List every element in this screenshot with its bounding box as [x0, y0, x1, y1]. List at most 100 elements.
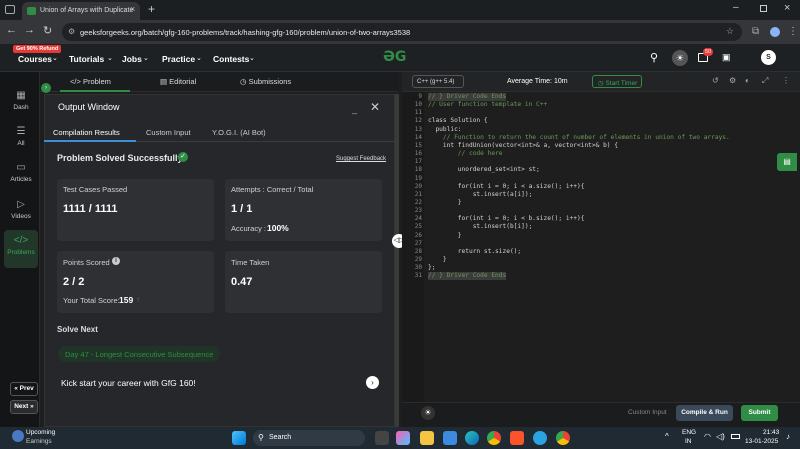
undo-icon[interactable]: ↺ — [712, 76, 719, 85]
search-icon[interactable]: ⚲ — [650, 51, 658, 64]
compile-run-button[interactable]: Compile & Run — [676, 405, 733, 421]
user-avatar[interactable]: S — [761, 50, 776, 65]
weather-icon[interactable] — [12, 430, 24, 442]
weather-title[interactable]: Upcoming — [26, 429, 55, 436]
start-timer-button[interactable]: ◷ Start Timer — [592, 75, 642, 88]
tab-problem-label: Problem — [82, 77, 111, 86]
extensions-icon[interactable]: ⧉ — [752, 26, 759, 37]
tab-problem-underline — [60, 90, 130, 92]
close-window-icon[interactable]: × — [784, 2, 790, 14]
nav-courses[interactable]: Courses — [18, 54, 52, 64]
status-text: Problem Solved Successfully — [57, 153, 183, 163]
tab-problem[interactable]: </> Problem — [70, 77, 111, 86]
telegram-icon[interactable] — [533, 431, 547, 445]
edge-icon[interactable] — [465, 431, 479, 445]
tab-compilation-results[interactable]: Compilation Results — [53, 128, 120, 137]
settings-icon[interactable]: ⚙ — [729, 76, 736, 85]
brave-icon[interactable] — [510, 431, 524, 445]
back-icon[interactable]: ← — [6, 24, 17, 36]
notification-icon[interactable]: ▣ — [722, 52, 731, 63]
new-tab-icon[interactable]: + — [148, 2, 155, 16]
theme-toggle-icon[interactable]: ☀ — [672, 50, 688, 66]
windows-start-icon[interactable] — [232, 431, 246, 445]
notifications-bell-icon[interactable]: ♪ — [786, 432, 790, 441]
code-line: int findUnion(vector<int>& a, vector<int… — [428, 141, 618, 149]
tab-editorial[interactable]: ▤ Editorial — [160, 77, 196, 86]
chrome-icon[interactable] — [487, 431, 501, 445]
article-icon: ▭ — [16, 162, 26, 173]
chat-float-icon[interactable]: ▤ — [777, 153, 797, 171]
file-explorer-icon[interactable] — [420, 431, 434, 445]
line-number: 16 — [414, 150, 422, 158]
output-window-title: Output Window — [58, 102, 120, 112]
site-info-icon[interactable]: ⚙ — [68, 27, 75, 36]
line-number: 20 — [414, 182, 422, 190]
tab-custom-input[interactable]: Custom Input — [146, 128, 191, 137]
language-indicator[interactable]: ENG — [682, 429, 696, 436]
sidebar-label: Articles — [10, 176, 32, 183]
chevron-down-icon: ⌄ — [143, 55, 149, 62]
line-number: 10 — [414, 101, 422, 109]
nav-jobs[interactable]: Jobs — [122, 54, 142, 64]
store-icon[interactable] — [443, 431, 457, 445]
total-score-value: 159 — [119, 295, 134, 305]
panel-scrollbar[interactable] — [395, 94, 399, 427]
profile-icon[interactable] — [770, 27, 780, 37]
sidebar-label: Dash — [13, 104, 29, 111]
next-problem-link[interactable]: Day 47 - Longest Consecutive Subsequence — [58, 346, 221, 362]
gfg-logo[interactable]: ƏG — [383, 49, 406, 65]
refund-badge[interactable]: Get 90% Refund — [13, 45, 62, 53]
suggest-feedback-link[interactable]: Suggest Feedback — [336, 156, 386, 162]
tab-yogi[interactable]: Y.O.G.I. (AI Bot) — [212, 128, 266, 137]
copilot-icon[interactable] — [396, 431, 410, 445]
volume-icon[interactable]: ◁) — [716, 432, 725, 441]
task-view-icon[interactable] — [375, 431, 389, 445]
close-tab-icon[interactable]: × — [130, 4, 135, 14]
chevron-right-icon[interactable]: › — [366, 376, 379, 389]
restore-icon[interactable] — [760, 5, 767, 12]
close-output-icon[interactable]: ✕ — [370, 100, 380, 114]
battery-icon[interactable] — [731, 434, 740, 439]
custom-input-button[interactable]: Custom Input — [628, 409, 667, 416]
browser-tab[interactable]: Union of Arrays with Duplicate — [22, 2, 140, 20]
forward-icon[interactable]: → — [24, 24, 35, 36]
code-line: for(int i = 0; i < a.size(); i++){ — [428, 182, 585, 190]
nav-tutorials[interactable]: Tutorials — [69, 54, 104, 64]
tab-submissions[interactable]: ◷ Submissions — [240, 77, 291, 86]
reload-icon[interactable]: ↻ — [43, 24, 52, 37]
window-menu-icon[interactable] — [5, 5, 15, 14]
sidebar-item-articles[interactable]: ▭ Articles — [4, 162, 38, 198]
nav-practice[interactable]: Practice — [162, 54, 195, 64]
expand-panel-icon[interactable]: › — [41, 83, 51, 93]
sidebar-item-dash[interactable]: ▦ Dash — [4, 90, 38, 126]
line-number: 26 — [414, 231, 422, 239]
line-number: 17 — [414, 158, 422, 166]
time-label: Time Taken — [231, 258, 270, 267]
nav-contests[interactable]: Contests — [213, 54, 249, 64]
browser-menu-icon[interactable]: ⋮ — [788, 26, 798, 37]
prev-button[interactable]: « Prev — [10, 382, 38, 396]
language-select[interactable]: C++ (g++ 5.4) — [412, 75, 464, 88]
next-button[interactable]: Next » — [10, 400, 38, 414]
submit-button[interactable]: Submit — [741, 405, 778, 421]
taskbar-search[interactable]: ⚲ Search — [253, 430, 365, 446]
chrome-active-icon[interactable] — [556, 431, 570, 445]
theme-icon[interactable]: ◐ — [745, 76, 750, 85]
list-icon: ☰ — [16, 126, 26, 137]
url-bar[interactable]: ⚙ geeksforgeeks.org/batch/gfg-160-proble… — [62, 23, 742, 41]
sidebar-item-problems[interactable]: </> Problems — [4, 230, 38, 268]
wifi-icon[interactable]: ◠ — [704, 432, 711, 441]
fullscreen-icon[interactable]: ⤢ — [762, 76, 768, 86]
line-number: 12 — [414, 117, 422, 125]
tray-chevron-icon[interactable]: ^ — [665, 432, 669, 441]
hint-bulb-icon[interactable]: ☀ — [421, 406, 435, 420]
minimize-icon[interactable]: – — [733, 2, 739, 13]
minimize-output-icon[interactable]: _ — [352, 104, 357, 114]
bookmark-star-icon[interactable]: ☆ — [726, 26, 734, 37]
clock-time[interactable]: 21:43 — [763, 429, 779, 436]
line-number: 31 — [414, 272, 422, 280]
info-icon[interactable]: i — [112, 257, 120, 265]
line-number: 18 — [414, 166, 422, 174]
sidebar-item-all[interactable]: ☰ All — [4, 126, 38, 162]
more-options-icon[interactable]: ⋮ — [782, 76, 790, 85]
